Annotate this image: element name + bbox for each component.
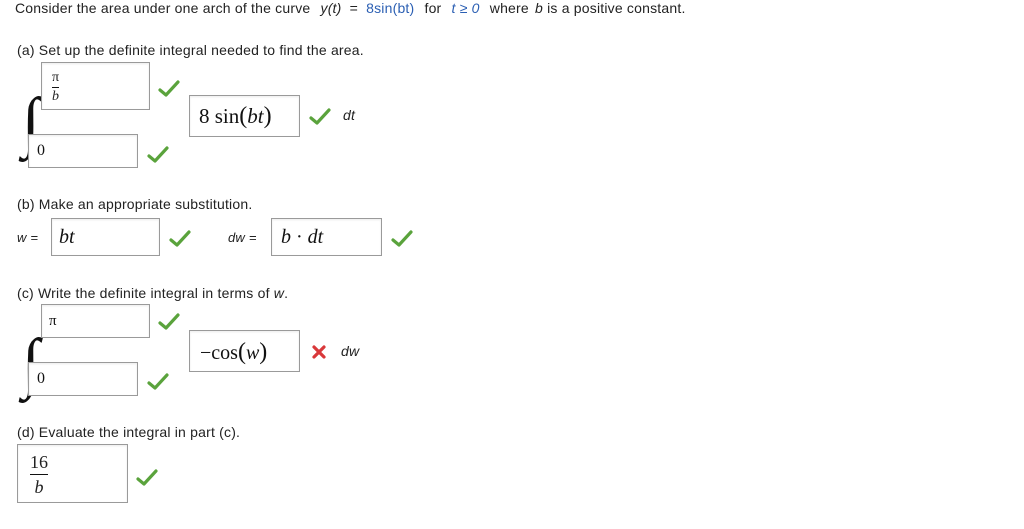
integrand-argument: bt — [247, 104, 264, 128]
final-answer-numerator: 16 — [30, 452, 48, 472]
differential-dt: dt — [343, 107, 356, 123]
part-c-prompt-end: . — [284, 285, 289, 301]
fraction-bar — [30, 474, 48, 475]
for-word: for — [424, 0, 442, 16]
dw-dot: · — [296, 226, 303, 248]
curve-rhs: 8sin(bt) — [366, 0, 415, 16]
dw-b: b — [281, 226, 291, 248]
part-c-prompt: (c) Write the definite integral in terms… — [17, 285, 288, 301]
dw-substitution-input[interactable]: b · dt — [271, 218, 382, 256]
check-icon — [391, 230, 413, 247]
check-icon — [309, 108, 331, 125]
differential-dw: dw — [341, 343, 360, 359]
check-icon — [136, 469, 158, 486]
part-c-prompt-var: w — [273, 285, 285, 301]
curve-lhs: y(t) — [320, 0, 342, 16]
final-answer-input[interactable]: 16 b — [17, 444, 128, 503]
upper-limit-input-a[interactable]: π b — [41, 62, 150, 110]
check-icon — [158, 313, 180, 330]
part-c-prompt-text: (c) Write the definite integral in terms… — [17, 285, 270, 301]
final-answer-denominator: b — [34, 477, 44, 497]
integrand-input-a[interactable]: 8 sin(bt) — [189, 95, 300, 137]
lower-limit-value-a: 0 — [37, 142, 45, 159]
equals-sign: = — [349, 0, 358, 16]
where-word: where — [489, 0, 529, 16]
check-icon — [147, 146, 169, 163]
w-substitution-value: bt — [59, 226, 75, 248]
dw-substitution-value: b · dt — [281, 226, 323, 249]
dw-label: dw = — [228, 230, 257, 245]
upper-limit-input-c[interactable]: π — [41, 304, 150, 338]
upper-limit-fraction-a: π b — [52, 70, 60, 104]
final-answer-fraction: 16 b — [30, 453, 48, 496]
integrand-value-c: −cos(w) — [200, 339, 268, 365]
lower-limit-value-c: 0 — [37, 370, 45, 387]
cross-icon — [312, 345, 326, 359]
upper-limit-denominator: b — [52, 89, 60, 104]
tail-text: is a positive constant. — [547, 0, 686, 16]
integrand-input-c[interactable]: −cos(w) — [189, 330, 300, 372]
intro-text: Consider the area under one arch of the … — [15, 0, 311, 16]
fraction-bar — [52, 87, 60, 88]
dw-dt: dt — [307, 226, 324, 248]
lower-limit-input-a[interactable]: 0 — [28, 134, 138, 168]
part-d-prompt: (d) Evaluate the integral in part (c). — [17, 424, 241, 440]
check-icon — [169, 230, 191, 247]
problem-statement: Consider the area under one arch of the … — [15, 0, 686, 16]
check-icon — [147, 373, 169, 390]
integrand-argument-c: w — [245, 342, 260, 364]
part-a-prompt: (a) Set up the definite integral needed … — [17, 42, 364, 58]
upper-limit-value-c: π — [49, 313, 57, 329]
b-variable: b — [535, 0, 543, 16]
lower-limit-input-c[interactable]: 0 — [28, 362, 138, 396]
domain-condition: t ≥ 0 — [451, 0, 480, 16]
integrand-neg-cos: −cos — [200, 342, 238, 364]
w-label: w = — [17, 230, 39, 245]
integrand-coefficient: 8 sin — [199, 104, 240, 128]
check-icon — [158, 80, 180, 97]
part-b-prompt: (b) Make an appropriate substitution. — [17, 196, 253, 212]
upper-limit-numerator: π — [52, 70, 60, 85]
integrand-value-a: 8 sin(bt) — [199, 103, 272, 129]
w-substitution-input[interactable]: bt — [51, 218, 160, 256]
